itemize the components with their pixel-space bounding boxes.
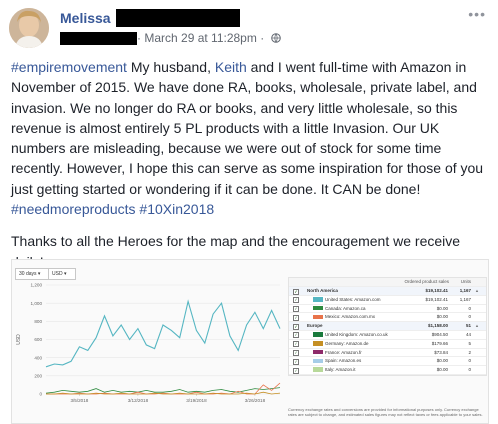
post-text: and I went full-time with Amazon in Nove…	[11, 59, 484, 197]
units-value: 0	[468, 367, 471, 373]
marketplace-label: United Kingdom: Amazon.co.uk	[325, 331, 388, 337]
row-checkbox[interactable]: ✓	[293, 314, 299, 321]
y-axis-label: USD	[16, 334, 22, 345]
table-header: Ordered product sales Units	[289, 278, 486, 287]
units-value: 2	[468, 349, 471, 355]
sales-value: $19,102.41	[425, 296, 448, 302]
marketplace-label: Canada: Amazon.ca	[325, 305, 366, 311]
sales-value: $1,158.00	[427, 323, 448, 329]
sales-value: $0.00	[436, 358, 448, 364]
post-text: My husband,	[126, 59, 215, 75]
series-color-swatch	[313, 367, 323, 372]
y-tick-label: 0	[39, 392, 42, 397]
post-link[interactable]: #empiremovement	[11, 59, 127, 75]
redacted-name-bar	[116, 9, 240, 27]
x-tick-label: 3/19/2018	[186, 398, 207, 403]
table-row: ✓ Spain: Amazon.es $0.00 0	[289, 357, 486, 367]
post-paragraph-1: #empiremovement My husband, Keith and I …	[11, 57, 489, 219]
row-checkbox[interactable]: ✓	[293, 288, 299, 295]
marketplace-label: Mexico: Amazon.com.mx	[325, 314, 376, 320]
post-timestamp[interactable]: March 29 at 11:28pm	[144, 31, 257, 45]
post-link[interactable]: Keith	[215, 59, 247, 75]
marketplace-label: France: Amazon.fr	[325, 349, 362, 355]
row-checkbox[interactable]: ✓	[293, 332, 299, 339]
y-tick-label: 600	[34, 337, 42, 342]
row-checkbox[interactable]: ✓	[293, 323, 299, 330]
y-tick-label: 1,000	[31, 301, 43, 306]
series-color-swatch	[313, 305, 323, 311]
post-header: Melissa · March 29 at 11:28pm · •••	[0, 0, 498, 56]
sales-value: $0.00	[436, 305, 448, 311]
table-group-row: ✓ Europe $1,158.00 51 ▲	[289, 322, 486, 331]
table-row: ✓ Germany: Amazon.de $179.66 5	[289, 340, 486, 349]
units-value: 0	[468, 305, 471, 311]
table-row: ✓ France: Amazon.fr $73.84 2	[289, 349, 486, 358]
x-tick-label: 3/26/2018	[245, 398, 266, 403]
sales-value: $179.66	[431, 340, 448, 346]
x-tick-label: 3/12/2018	[128, 398, 149, 403]
y-tick-label: 200	[34, 373, 42, 378]
sales-value: $0.00	[436, 314, 448, 320]
sales-line-chart: 1,200 1,000 800 600 400 200 0 USD 3/5/2018 3/12/2…	[16, 283, 281, 403]
series-line-2	[45, 387, 281, 394]
y-tick-label: 400	[34, 355, 42, 360]
post-body: #empiremovement My husband, Keith and I …	[11, 57, 489, 272]
sales-value: $0.00	[436, 367, 448, 373]
collapse-arrow-icon[interactable]: ▲	[475, 323, 479, 328]
units-value: 1,167	[459, 288, 471, 293]
post-meta: · March 29 at 11:28pm ·	[137, 31, 281, 45]
author-name[interactable]: Melissa	[60, 10, 111, 26]
collapse-arrow-icon[interactable]: ▲	[475, 288, 479, 293]
table-row: ✓ Mexico: Amazon.com.mx $0.00 0	[289, 313, 486, 323]
marketplace-label: North America	[307, 288, 338, 293]
units-value: 1,167	[459, 296, 471, 302]
sales-value: $73.84	[434, 349, 448, 355]
marketplace-label: United States: Amazon.com	[325, 296, 381, 302]
units-value: 5	[468, 340, 471, 346]
marketplace-label: Germany: Amazon.de	[325, 340, 369, 346]
row-checkbox[interactable]: ✓	[293, 297, 299, 304]
units-value: 0	[468, 314, 471, 320]
meta-separator-2: ·	[256, 31, 268, 45]
x-tick-label: 3/5/2018	[70, 398, 88, 403]
sales-value: $904.50	[431, 331, 448, 337]
units-value: 44	[465, 331, 471, 337]
units-value: 0	[468, 358, 471, 364]
series-color-swatch	[313, 332, 323, 337]
row-checkbox[interactable]: ✓	[293, 350, 299, 357]
row-checkbox[interactable]: ✓	[293, 358, 299, 365]
post-link[interactable]: #10Xin2018	[139, 201, 214, 217]
row-checkbox[interactable]: ✓	[293, 341, 299, 348]
series-color-swatch	[313, 341, 323, 346]
series-color-swatch	[313, 358, 323, 364]
currency-note: Currency exchange rates and conversions …	[288, 407, 483, 417]
redacted-meta-bar	[60, 32, 137, 45]
y-tick-label: 800	[34, 319, 42, 324]
marketplace-label: Spain: Amazon.es	[325, 358, 362, 364]
table-row: ✓ United Kingdom: Amazon.co.uk $904.50 44	[289, 331, 486, 340]
marketplace-label: Europe	[307, 323, 323, 329]
marketplace-table: Ordered product sales Units ✓ North America…	[288, 277, 487, 376]
y-tick-label: 1,200	[31, 283, 43, 288]
sales-dashboard-image: 30 days ▾ USD ▾ 1,200 1,000 800 600 400 200 0 U…	[11, 259, 489, 424]
post-link[interactable]: #needmoreproducts	[11, 201, 136, 217]
table-group-row: ✓ North America $19,102.41 1,167 ▲	[289, 287, 486, 296]
marketplace-label: Italy: Amazon.it	[325, 367, 356, 373]
table-row: ✓ United States: Amazon.com $19,102.41 1,16…	[289, 296, 486, 305]
globe-icon	[270, 33, 281, 43]
row-checkbox[interactable]: ✓	[293, 367, 299, 374]
units-value: 51	[465, 323, 471, 329]
avatar[interactable]	[9, 8, 49, 48]
table-row: ✓ Canada: Amazon.ca $0.00 0	[289, 305, 486, 314]
series-color-swatch	[313, 314, 323, 320]
table-row: ✓ Italy: Amazon.it $0.00 0	[289, 366, 486, 375]
series-color-swatch	[313, 349, 323, 355]
more-options-icon[interactable]: •••	[468, 6, 486, 22]
series-line-1	[45, 299, 281, 368]
sales-value: $19,102.41	[425, 288, 448, 293]
header-sales: Ordered product sales	[404, 279, 449, 284]
series-color-swatch	[313, 297, 323, 302]
row-checkbox[interactable]: ✓	[293, 306, 299, 313]
header-units: Units	[460, 279, 471, 284]
